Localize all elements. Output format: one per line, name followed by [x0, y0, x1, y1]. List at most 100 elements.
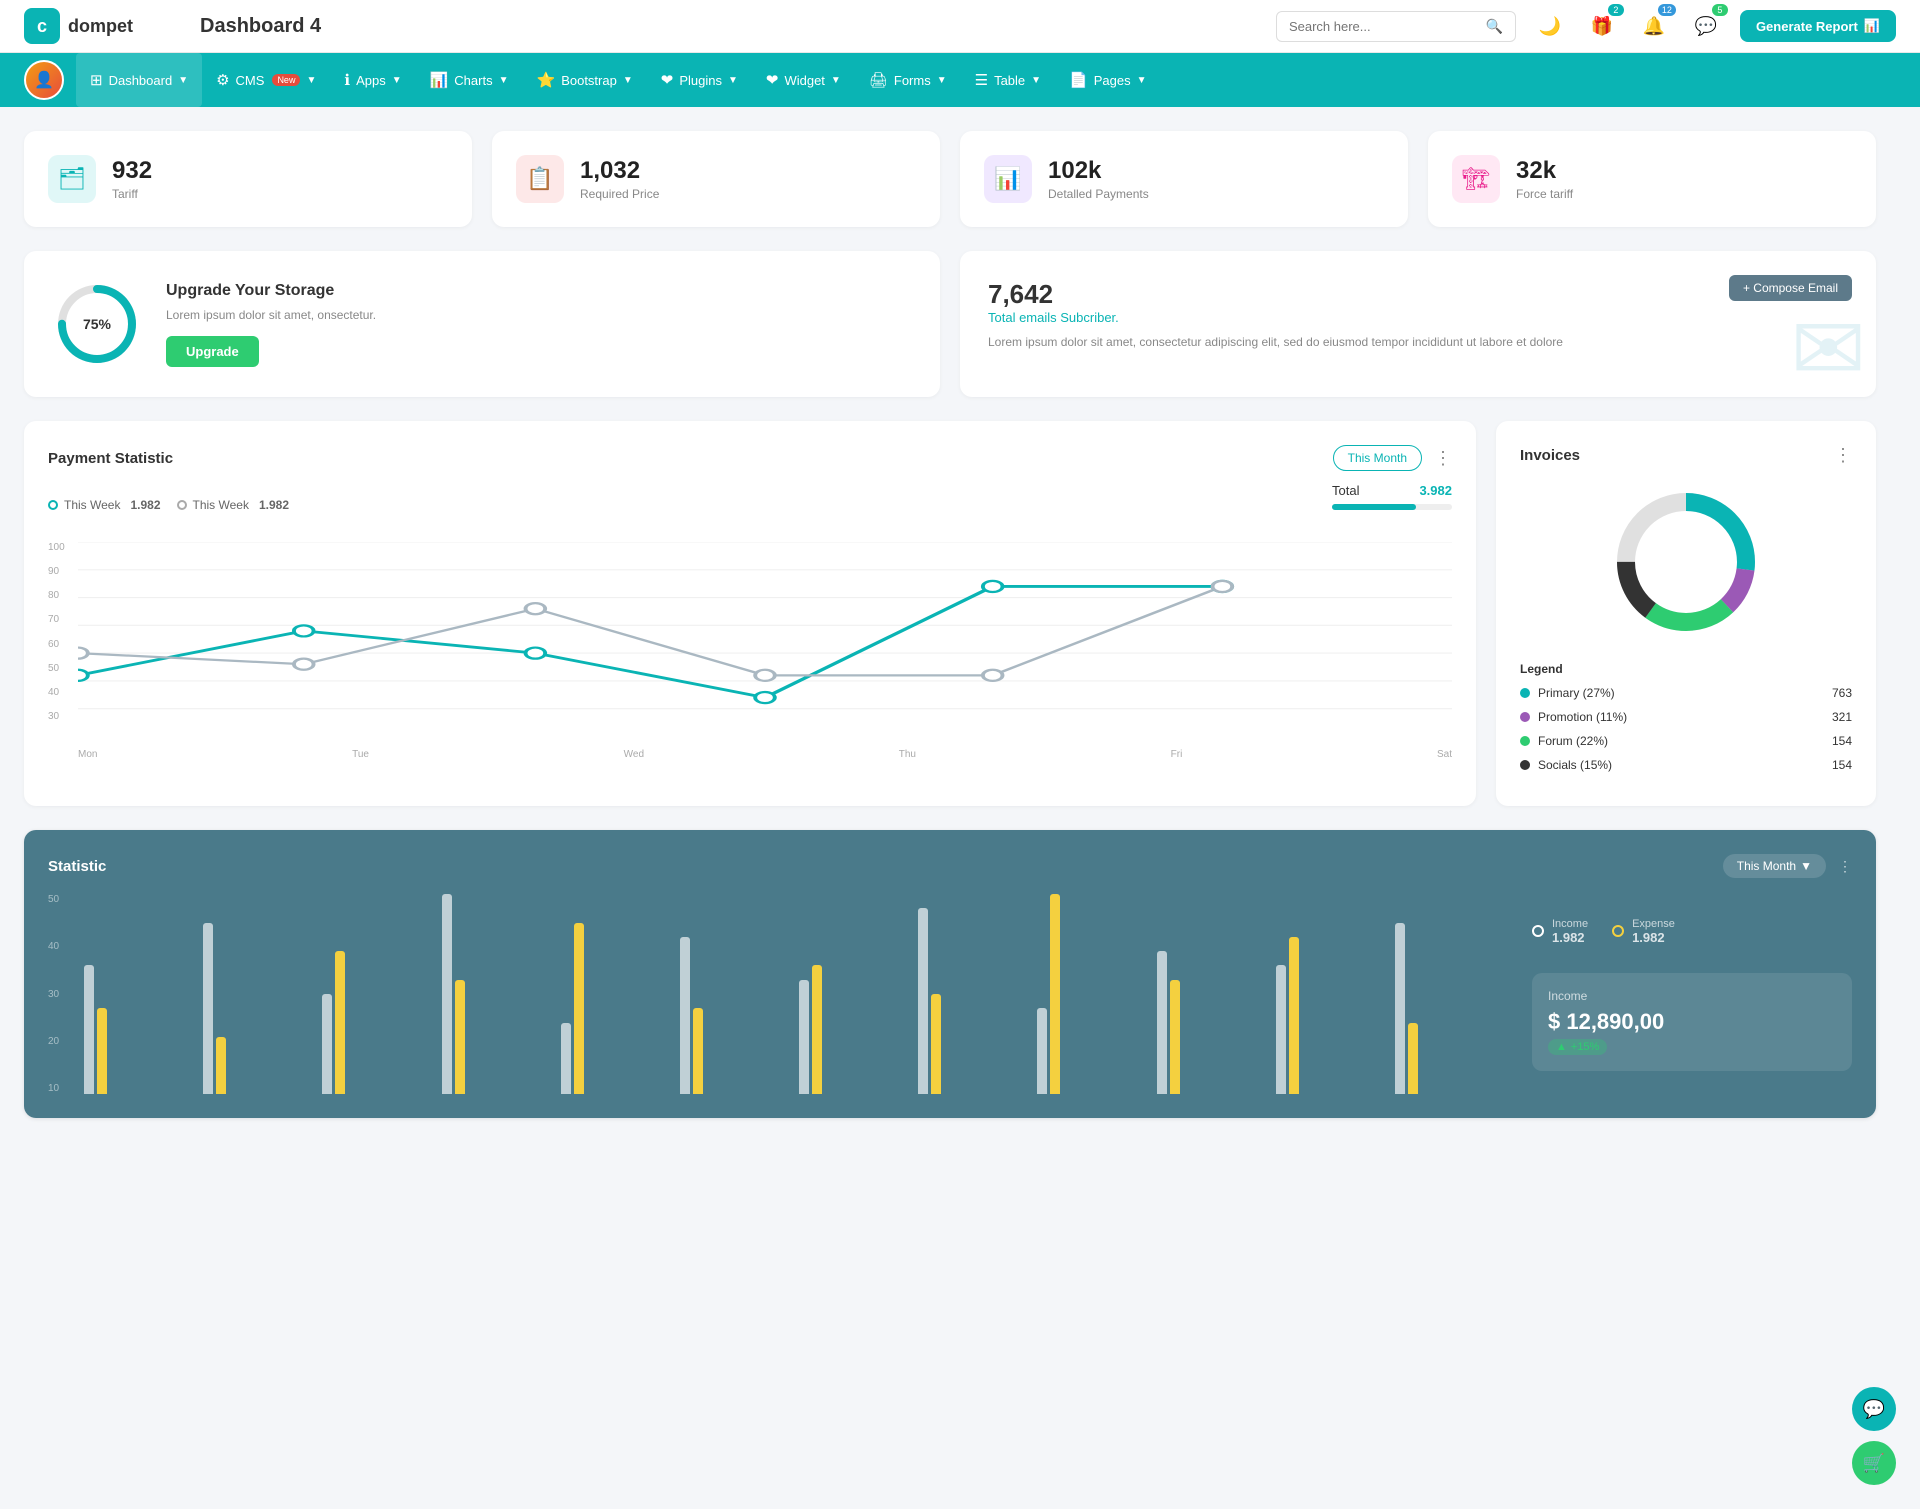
storage-donut: 75% — [52, 279, 142, 369]
this-month-filter[interactable]: This Month — [1333, 445, 1422, 471]
bar-yellow — [97, 1008, 107, 1094]
storage-percent: 75% — [83, 316, 111, 332]
sidebar-item-apps[interactable]: ℹ Apps ▼ — [330, 53, 415, 107]
chat-float-button[interactable]: 💬 — [1852, 1387, 1896, 1431]
bar-yellow — [1050, 894, 1060, 1094]
bar-yellow — [574, 923, 584, 1094]
navbar: 👤 ⊞ Dashboard ▼ ⚙ CMS New ▼ ℹ Apps ▼ 📊 C… — [0, 53, 1920, 107]
cart-float-button[interactable]: 🛒 — [1852, 1441, 1896, 1485]
statistic-month-filter[interactable]: This Month ▼ — [1723, 854, 1826, 878]
payments-icon: 📊 — [984, 155, 1032, 203]
statistic-card: Statistic This Month ▼ ⋮ 50 40 30 20 — [24, 830, 1876, 1118]
sidebar-item-forms[interactable]: 🖨 Forms ▼ — [855, 53, 961, 107]
statistic-header: Statistic This Month ▼ ⋮ — [48, 854, 1852, 878]
bar-group — [561, 894, 674, 1094]
payment-more-options[interactable]: ⋮ — [1434, 448, 1452, 469]
sidebar-item-table[interactable]: ☰ Table ▼ — [961, 53, 1055, 107]
nav-apps-label: Apps — [356, 73, 386, 88]
x-label-fri: Fri — [1171, 749, 1183, 760]
dark-mode-button[interactable]: 🌙 — [1532, 8, 1568, 44]
tariff-value: 932 — [112, 157, 152, 185]
income-dot — [1532, 925, 1544, 937]
sidebar-item-bootstrap[interactable]: ⭐ Bootstrap ▼ — [523, 53, 647, 107]
income-label: Income — [1552, 918, 1588, 930]
legend-primary: Primary (27%) 763 — [1520, 686, 1852, 700]
upgrade-text: Upgrade Your Storage Lorem ipsum dolor s… — [166, 282, 376, 367]
expense-value: 1.982 — [1632, 930, 1675, 945]
bar-yellow — [1408, 1023, 1418, 1094]
promotion-label: Promotion (11%) — [1538, 710, 1627, 724]
payment-title: Payment Statistic — [48, 450, 173, 467]
chevron-down-icon: ▼ — [306, 75, 316, 86]
generate-report-button[interactable]: Generate Report 📊 — [1740, 10, 1896, 42]
search-bar[interactable]: 🔍 — [1276, 11, 1516, 42]
forum-label: Forum (22%) — [1538, 734, 1608, 748]
gift-badge: 2 — [1608, 4, 1624, 16]
invoices-donut-svg — [1606, 482, 1766, 642]
bar-yellow — [216, 1037, 226, 1094]
expense-label: Expense — [1632, 918, 1675, 930]
total-value: 3.982 — [1419, 483, 1452, 498]
sidebar-item-widget[interactable]: ❤ Widget ▼ — [752, 53, 855, 107]
topbar-icons: 🌙 🎁 2 🔔 12 💬 5 Generate Report 📊 — [1532, 8, 1896, 44]
forms-icon: 🖨 — [869, 71, 888, 89]
bar-white — [1395, 923, 1405, 1094]
income-badge: ▲ +15% — [1548, 1039, 1607, 1055]
nav-avatar: 👤 — [24, 60, 64, 100]
x-label-sat: Sat — [1437, 749, 1452, 760]
gift-icon: 🎁 — [1591, 16, 1613, 37]
up-icon: ▲ — [1556, 1041, 1567, 1053]
bell-badge: 12 — [1658, 4, 1676, 16]
chat-button[interactable]: 💬 5 — [1688, 8, 1724, 44]
sidebar-item-charts[interactable]: 📊 Charts ▼ — [416, 53, 523, 107]
legend1-label: This Week — [64, 498, 120, 512]
invoices-more-options[interactable]: ⋮ — [1834, 445, 1852, 466]
bar-white — [1276, 965, 1286, 1094]
primary-count: 763 — [1832, 686, 1852, 700]
primary-color-dot — [1520, 688, 1530, 698]
generate-report-label: Generate Report — [1756, 19, 1858, 34]
upgrade-button[interactable]: Upgrade — [166, 336, 259, 367]
bar-white — [442, 894, 452, 1094]
legend-forum: Forum (22%) 154 — [1520, 734, 1852, 748]
bar-group — [203, 894, 316, 1094]
nav-widget-label: Widget — [784, 73, 824, 88]
bar-chart-container: 50 40 30 20 10 — [48, 894, 1508, 1094]
sidebar-item-dashboard[interactable]: ⊞ Dashboard ▼ — [76, 53, 202, 107]
stat-card-required-price: 📋 1,032 Required Price — [492, 131, 940, 227]
chevron-down-icon: ▼ — [178, 75, 188, 86]
bar-white — [203, 923, 213, 1094]
bar-white — [561, 1023, 571, 1094]
stat-cards-row: 🗂 932 Tariff 📋 1,032 Required Price 📊 10… — [24, 131, 1876, 227]
forum-count: 154 — [1832, 734, 1852, 748]
total-label: Total — [1332, 483, 1359, 498]
expense-dot — [1612, 925, 1624, 937]
nav-bootstrap-label: Bootstrap — [561, 73, 617, 88]
force-tariff-icon: 🏗 — [1452, 155, 1500, 203]
sidebar-item-plugins[interactable]: ❤ Plugins ▼ — [647, 53, 752, 107]
notifications-button[interactable]: 🔔 12 — [1636, 8, 1672, 44]
statistic-more-options[interactable]: ⋮ — [1838, 858, 1852, 875]
bar-group — [1395, 894, 1508, 1094]
payment-statistic-card: Payment Statistic This Month ⋮ This Week… — [24, 421, 1476, 806]
income-item: Income 1.982 — [1532, 918, 1588, 945]
bar-white — [799, 980, 809, 1094]
bar-yellow — [931, 994, 941, 1094]
socials-label: Socials (15%) — [1538, 758, 1612, 772]
x-label-mon: Mon — [78, 749, 97, 760]
sidebar-item-cms[interactable]: ⚙ CMS New ▼ — [202, 53, 330, 107]
gift-button[interactable]: 🎁 2 — [1584, 8, 1620, 44]
invoices-header: Invoices ⋮ — [1520, 445, 1852, 466]
upgrade-card: 75% Upgrade Your Storage Lorem ipsum dol… — [24, 251, 940, 397]
tariff-label: Tariff — [112, 187, 152, 201]
bar-group — [918, 894, 1031, 1094]
email-subtitle: Total emails Subcriber. — [988, 310, 1848, 325]
sidebar-item-pages[interactable]: 📄 Pages ▼ — [1055, 53, 1160, 107]
search-input[interactable] — [1289, 19, 1478, 34]
nav-cms-label: CMS — [236, 73, 265, 88]
chevron-down-icon: ▼ — [1137, 75, 1147, 86]
required-price-label: Required Price — [580, 187, 659, 201]
plugins-icon: ❤ — [661, 71, 674, 89]
bar-yellow — [1170, 980, 1180, 1094]
promotion-count: 321 — [1832, 710, 1852, 724]
